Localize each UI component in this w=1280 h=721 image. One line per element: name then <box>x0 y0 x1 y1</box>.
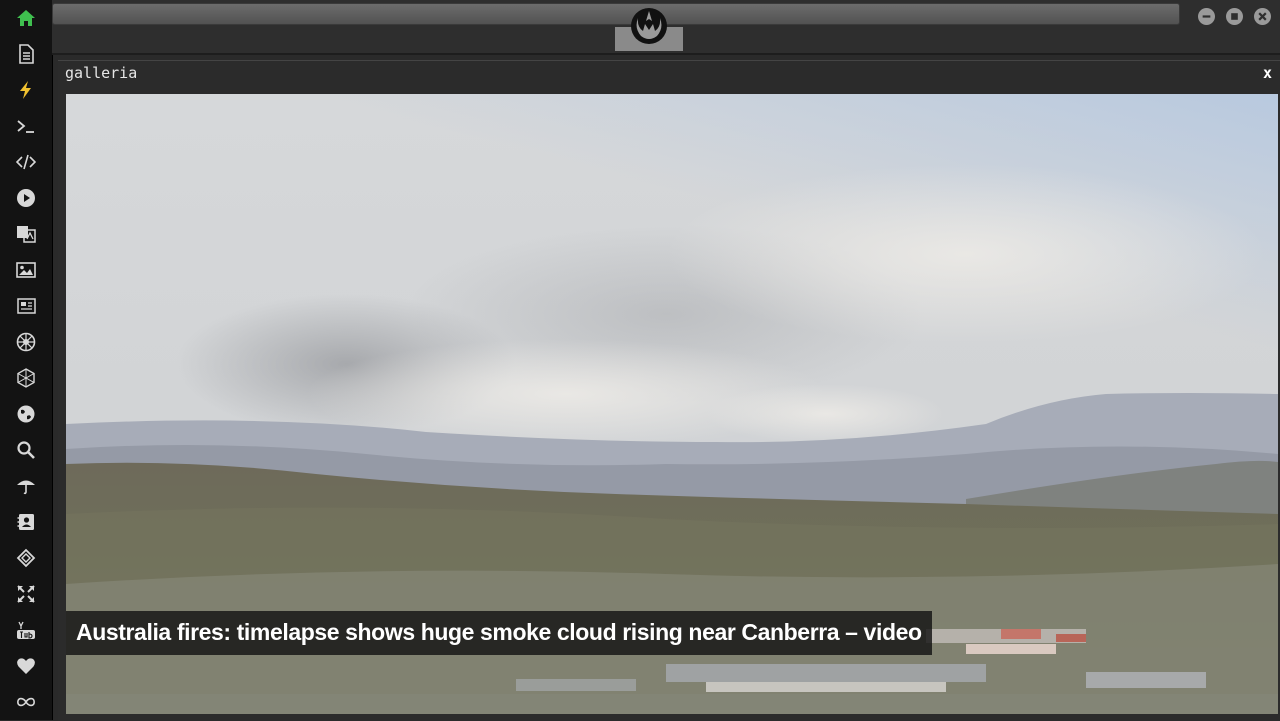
sidebar-item-globe[interactable] <box>0 396 52 432</box>
globe-icon <box>17 405 35 423</box>
play-icon <box>17 189 35 207</box>
heart-icon <box>17 658 35 674</box>
maximize-button[interactable] <box>1226 8 1243 25</box>
umbrella-icon <box>17 480 35 495</box>
photo-caption: Australia fires: timelapse shows huge sm… <box>66 611 932 655</box>
address-bar[interactable] <box>52 3 1180 25</box>
gallery-photo[interactable]: Australia fires: timelapse shows huge sm… <box>66 94 1278 714</box>
lightning-icon <box>20 81 31 99</box>
home-icon <box>17 10 35 26</box>
translate-icon <box>17 226 36 243</box>
sidebar-item-infinity[interactable] <box>0 684 52 720</box>
sidebar-item-empire[interactable] <box>0 324 52 360</box>
close-icon <box>1258 12 1267 21</box>
code-icon <box>16 154 36 170</box>
sidebar-item-terminal[interactable] <box>0 108 52 144</box>
sidebar-item-youtube[interactable] <box>0 612 52 648</box>
sidebar-item-code[interactable] <box>0 144 52 180</box>
minimize-button[interactable] <box>1198 8 1215 25</box>
sidebar <box>0 0 53 720</box>
image-icon <box>16 262 36 278</box>
close-button[interactable] <box>1254 8 1271 25</box>
search-icon <box>17 441 35 459</box>
window-close-button[interactable]: x <box>1263 64 1272 82</box>
contact-card-icon <box>17 514 34 530</box>
sidebar-item-play[interactable] <box>0 180 52 216</box>
codepen-icon <box>16 548 36 568</box>
hexagon-icon <box>17 368 35 388</box>
document-icon <box>19 44 34 64</box>
sidebar-item-home[interactable] <box>0 0 52 36</box>
sidebar-item-weather[interactable] <box>0 468 52 504</box>
sidebar-item-translate[interactable] <box>0 216 52 252</box>
sidebar-item-codepen[interactable] <box>0 540 52 576</box>
rebel-alliance-icon <box>631 8 667 44</box>
minimize-icon <box>1202 15 1211 18</box>
sidebar-item-favorites[interactable] <box>0 648 52 684</box>
maximize-icon <box>1231 13 1238 20</box>
gallery-window: galleria x Australia fires: timelapse sh… <box>58 60 1280 721</box>
newspaper-icon <box>17 298 36 314</box>
sidebar-item-news[interactable] <box>0 288 52 324</box>
window-title: galleria <box>65 64 138 82</box>
sidebar-item-contacts[interactable] <box>0 504 52 540</box>
sidebar-item-hexagon[interactable] <box>0 360 52 396</box>
terminal-icon <box>17 120 34 133</box>
sidebar-item-images[interactable] <box>0 252 52 288</box>
sidebar-item-lightning[interactable] <box>0 72 52 108</box>
youtube-icon <box>17 621 35 639</box>
sidebar-item-documents[interactable] <box>0 36 52 72</box>
sidebar-item-fullscreen[interactable] <box>0 576 52 612</box>
top-bar <box>52 0 1280 55</box>
expand-icon <box>17 585 35 603</box>
empire-icon <box>16 332 36 352</box>
infinity-icon <box>16 697 36 707</box>
sidebar-item-search[interactable] <box>0 432 52 468</box>
